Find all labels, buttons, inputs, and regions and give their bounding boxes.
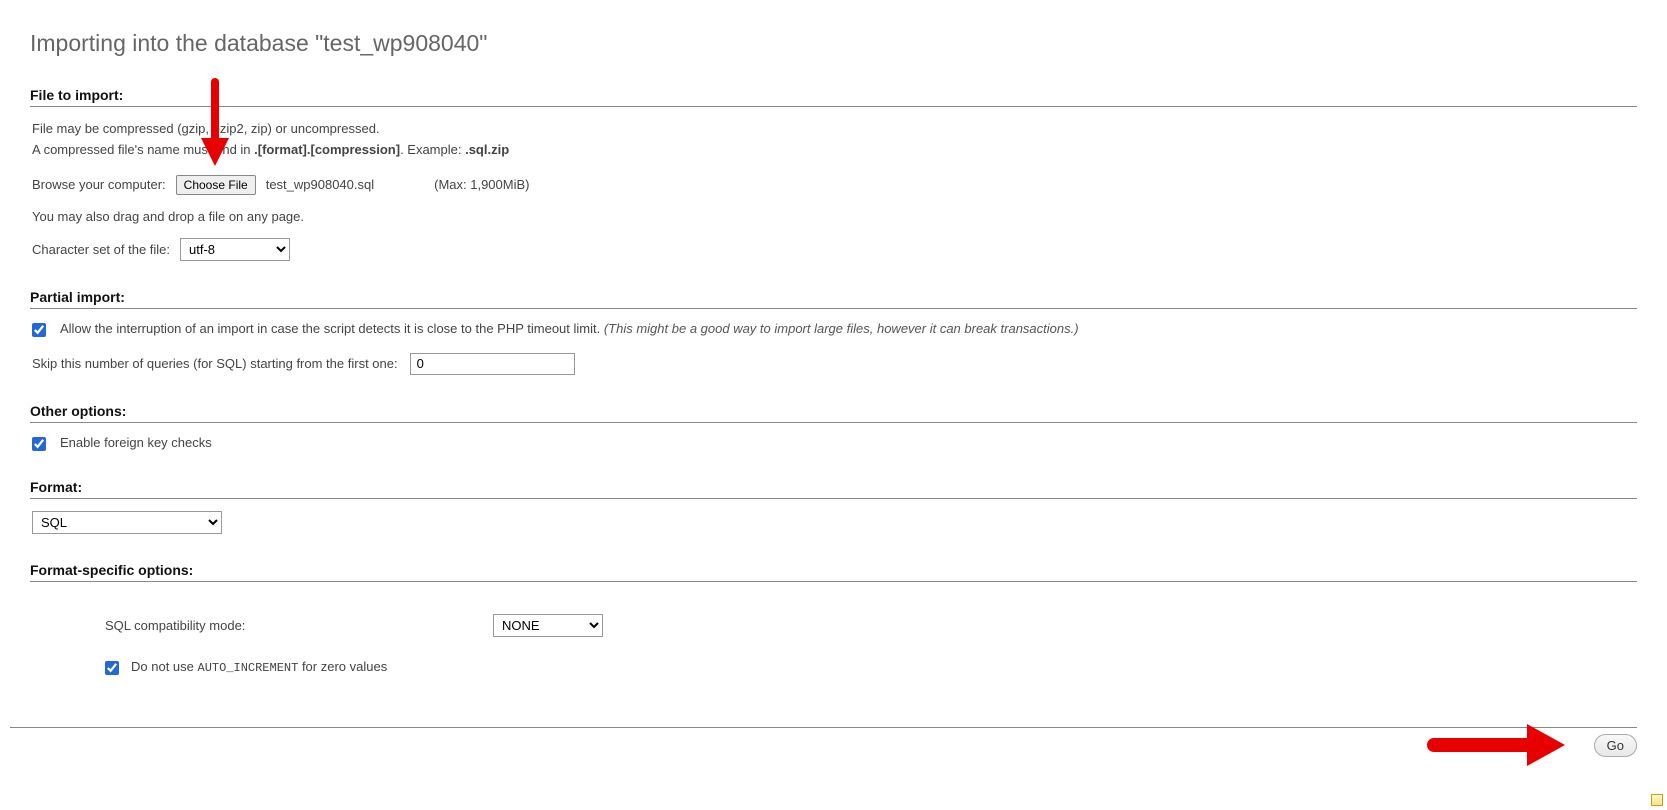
section-file-to-import-heading: File to import: (30, 87, 1637, 107)
section-format-specific-heading: Format-specific options: (30, 562, 1637, 582)
charset-label: Character set of the file: (32, 242, 170, 257)
file-help-line-1: File may be compressed (gzip, bzip2, zip… (32, 119, 1637, 140)
go-button[interactable]: Go (1594, 734, 1637, 757)
allow-interruption-label: Allow the interruption of an import in c… (60, 321, 1079, 336)
file-help-line-2: A compressed file's name must end in .[f… (32, 140, 1637, 161)
selected-filename: test_wp908040.sql (266, 177, 374, 192)
choose-file-button[interactable]: Choose File (176, 175, 256, 195)
foreign-key-checkbox[interactable] (32, 437, 46, 451)
annotation-arrow-right-icon (1427, 720, 1577, 770)
format-select[interactable]: SQL (32, 511, 222, 534)
section-other-options-heading: Other options: (30, 403, 1637, 423)
sql-compat-select[interactable]: NONE (493, 614, 603, 637)
section-format-heading: Format: (30, 479, 1637, 499)
skip-queries-input[interactable] (410, 353, 575, 375)
allow-interruption-checkbox[interactable] (32, 323, 46, 337)
drag-drop-hint: You may also drag and drop a file on any… (32, 209, 1637, 224)
browse-label: Browse your computer: (32, 177, 166, 192)
page-title: Importing into the database "test_wp9080… (30, 30, 1637, 57)
foreign-key-label: Enable foreign key checks (60, 435, 212, 450)
section-partial-import-heading: Partial import: (30, 289, 1637, 309)
auto-increment-zero-label: Do not use AUTO_INCREMENT for zero value… (131, 659, 387, 675)
sql-compat-label: SQL compatibility mode: (105, 618, 485, 633)
max-upload-size: (Max: 1,900MiB) (434, 177, 529, 192)
corner-status-icon (1651, 794, 1663, 806)
charset-select[interactable]: utf-8 (180, 238, 290, 261)
skip-queries-label: Skip this number of queries (for SQL) st… (32, 356, 398, 371)
auto-increment-zero-checkbox[interactable] (105, 661, 119, 675)
